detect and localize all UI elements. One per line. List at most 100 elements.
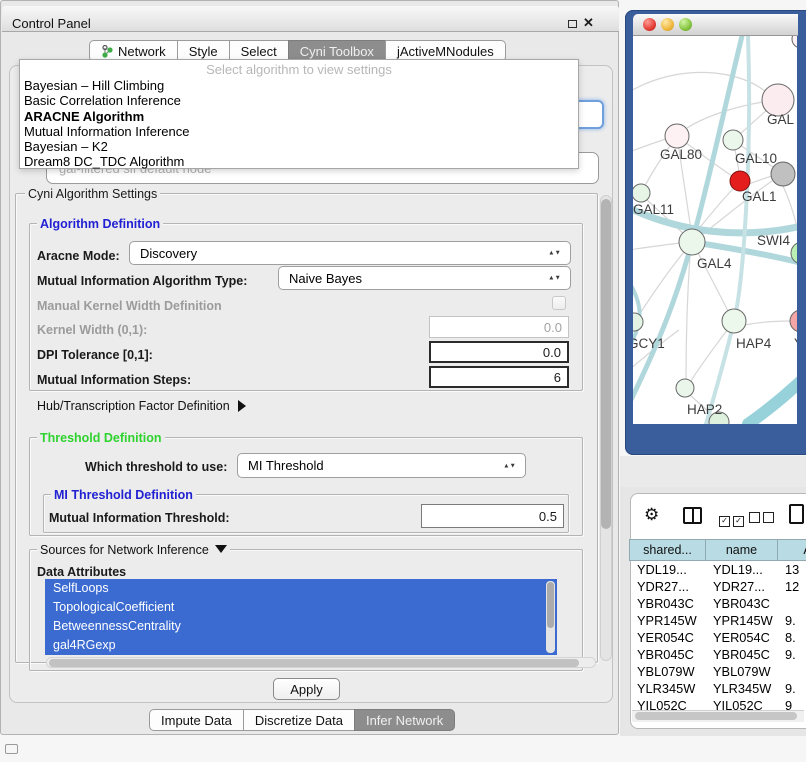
network-node-gal1[interactable] [730,171,750,191]
attribute-item-topologicalcoefficient[interactable]: TopologicalCoefficient [45,598,557,617]
table-cell: YBL079W [630,664,706,679]
hub-definition-expander[interactable]: Hub/Transcription Factor Definition [37,399,246,413]
column-header-shared[interactable]: shared... [629,539,706,561]
settings-group-title: Cyni Algorithm Settings [25,187,160,201]
node-label-gal80: GAL80 [660,147,702,162]
attribute-item-gal4rgexp[interactable]: gal4RGexp [45,636,557,655]
attribute-item-selfloops[interactable]: SelfLoops [45,579,557,598]
table-rows: YDL19...YDL19...13YDR27...YDR27...12YBR0… [630,561,806,714]
network-node-y[interactable] [790,310,797,332]
settings-scrollbar-thumb[interactable] [601,199,611,529]
algorithm-option-dream8-dc-tdc-algorithm[interactable]: Dream8 DC_TDC Algorithm [20,154,578,169]
table-row[interactable]: YPR145WYPR145W9. [630,612,806,629]
gear-icon[interactable]: ⚙ [644,505,659,525]
attributes-list-scrollbar-thumb[interactable] [547,582,554,628]
table-cell: YLR345W [706,681,778,696]
dpi-tolerance-field[interactable]: 0.0 [429,341,569,363]
mi-threshold-field[interactable]: 0.5 [421,504,564,528]
mi-type-label: Mutual Information Algorithm Type: [37,274,247,288]
table-cell: YBR045C [630,647,706,662]
table-cell: 9. [778,647,806,662]
network-edge[interactable] [686,255,690,379]
network-node-hap2[interactable] [676,379,694,397]
network-edge-highlighted[interactable] [748,380,797,424]
tab-label: Discretize Data [255,713,343,728]
control-panel-titlebar[interactable]: Control Panel ✕ [2,6,619,32]
minimize-light[interactable] [661,18,674,31]
node-label-swi4: SWI4 [757,233,790,248]
algorithm-option-bayesian-hill-climbing[interactable]: Bayesian – Hill Climbing [20,78,578,93]
zoom-light[interactable] [679,18,692,31]
hub-definition-label: Hub/Transcription Factor Definition [37,399,230,413]
network-edge[interactable] [745,321,791,325]
table-row[interactable]: YER054CYER054C8. [630,629,806,646]
checked-boxes-icon[interactable]: ✓✓ [719,512,747,527]
manual-kernel-checkbox[interactable] [552,296,566,310]
table-cell: YBL079W [706,664,778,679]
network-window-titlebar[interactable] [633,14,798,36]
close-icon[interactable]: ✕ [583,15,594,31]
attribute-item-betweennesscentrality[interactable]: BetweennessCentrality [45,617,557,636]
network-edge[interactable] [633,72,766,92]
mi-steps-field[interactable]: 6 [429,366,569,388]
network-canvas[interactable]: GALGAL80GAL10GAL1GAL11GAL4SWI4GCY1HAP4YH… [633,36,797,424]
network-node-gal11[interactable] [633,184,650,202]
dpi-tolerance-label: DPI Tolerance [0,1]: [37,348,153,362]
algorithm-option-mutual-information-inference[interactable]: Mutual Information Inference [20,124,578,139]
sources-hscrollbar-thumb[interactable] [49,659,579,667]
which-threshold-value: MI Threshold [248,458,324,473]
tab-infer-network[interactable]: Infer Network [354,709,455,731]
sources-group-title[interactable]: Sources for Network Inference [37,543,230,557]
algorithm-option-aracne-algorithm[interactable]: ARACNE Algorithm [20,109,578,124]
document-icon[interactable] [789,504,804,524]
network-node-gal4[interactable] [679,229,705,255]
tab-discretize-data[interactable]: Discretize Data [243,709,355,731]
table-row[interactable]: YBR045CYBR045C9. [630,646,806,663]
node-label-gal: GAL [767,112,795,127]
network-node-gal10[interactable] [723,130,743,150]
expand-right-icon[interactable] [238,400,246,412]
network-node[interactable] [792,36,797,48]
network-node-hap4[interactable] [722,309,746,333]
table-row[interactable]: YDR27...YDR27...12 [630,578,806,595]
table-cell: YDL19... [630,562,706,577]
table-row[interactable]: YBR043CYBR043C [630,595,806,612]
split-columns-icon[interactable] [683,507,702,524]
table-hscrollbar-thumb[interactable] [635,712,797,720]
which-threshold-combo[interactable]: MI Threshold ▲▼ [237,453,526,478]
collapse-down-icon[interactable] [215,545,227,553]
sources-title-text: Sources for Network Inference [40,543,209,557]
tab-impute-data[interactable]: Impute Data [149,709,244,731]
column-header-a[interactable]: A [777,539,806,561]
network-icon [101,44,113,59]
docked-panel-icon[interactable] [5,744,18,754]
aracne-mode-combo[interactable]: Discovery ▲▼ [129,241,571,265]
column-header-name[interactable]: name [705,539,778,561]
combo-stepper-icon: ▲▼ [548,276,561,281]
algorithm-option-basic-correlation-inference[interactable]: Basic Correlation Inference [20,93,578,108]
mi-type-combo[interactable]: Naive Bayes ▲▼ [278,266,571,290]
mi-threshold-title: MI Threshold Definition [51,488,196,502]
network-edge[interactable] [633,243,680,250]
apply-button[interactable]: Apply [273,678,340,700]
algorithm-definition-title: Algorithm Definition [37,217,163,231]
manual-kernel-label: Manual Kernel Width Definition [37,299,222,313]
aracne-mode-value: Discovery [140,246,197,261]
table-header: shared...nameA [630,539,806,561]
table-row[interactable]: YLR345WYLR345W9. [630,680,806,697]
close-light[interactable] [643,18,656,31]
data-attributes-list[interactable]: SelfLoopsTopologicalCoefficientBetweenne… [45,579,557,655]
table-row[interactable]: YBL079WYBL079W [630,663,806,680]
table-cell: YPR145W [706,613,778,628]
tab-label: jActiveMNodules [397,44,494,59]
tab-label: Network [118,44,166,59]
table-cell: YLR345W [630,681,706,696]
algorithm-option-bayesian-k2[interactable]: Bayesian – K2 [20,139,578,154]
table-panel-titlebar[interactable]: Table Panel [620,456,806,487]
table-row[interactable]: YDL19...YDL19...13 [630,561,806,578]
network-node-gal80[interactable] [665,124,689,148]
window-title: Control Panel [12,16,91,31]
unchecked-boxes-icon[interactable] [749,512,777,526]
float-window-icon[interactable] [568,20,577,28]
kernel-width-field[interactable]: 0.0 [429,316,569,338]
